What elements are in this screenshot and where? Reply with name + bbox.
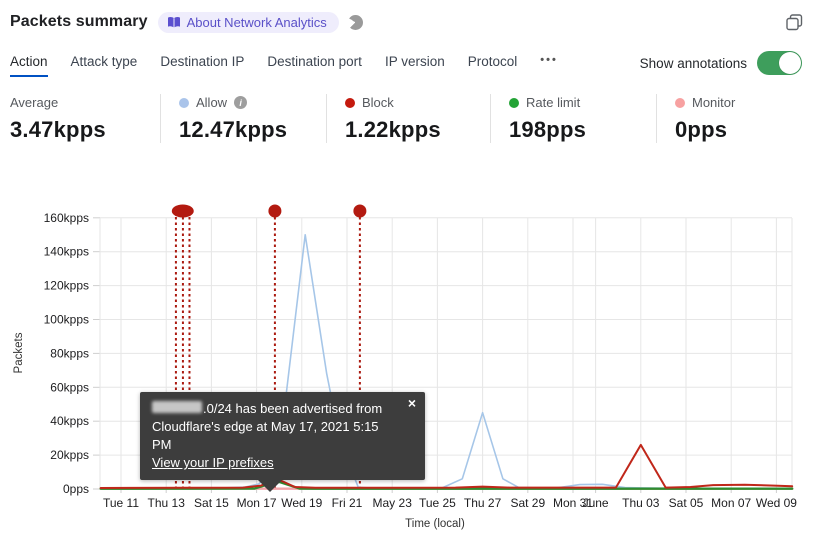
x-tick-label: Wed 19 xyxy=(281,496,322,510)
x-axis-title: Time (local) xyxy=(405,518,465,530)
redacted-ip-prefix xyxy=(152,401,202,413)
annotation-dot[interactable] xyxy=(268,204,282,218)
x-tick-label: Sat 29 xyxy=(510,496,545,510)
x-tick-label: Sat 05 xyxy=(669,496,704,510)
tooltip-close-icon[interactable]: × xyxy=(408,395,416,411)
x-tick-label: Thu 03 xyxy=(622,496,660,510)
tooltip-line-1: .0/24 has been advertised from xyxy=(152,400,399,418)
x-tick-label: Mon 17 xyxy=(237,496,277,510)
y-tick-label: 140kpps xyxy=(44,245,89,259)
y-tick-label: 40kpps xyxy=(50,414,89,428)
x-tick-label: Mon 07 xyxy=(711,496,751,510)
y-tick-label: 60kpps xyxy=(50,380,89,394)
x-tick-label: Thu 13 xyxy=(148,496,186,510)
y-tick-label: 20kpps xyxy=(50,448,89,462)
x-tick-label: Fri 21 xyxy=(332,496,363,510)
x-tick-label: Sat 15 xyxy=(194,496,229,510)
tooltip-line-2: Cloudflare's edge at May 17, 2021 5:15 P… xyxy=(152,419,379,452)
packets-summary-panel: Packets summary About Network Analytics … xyxy=(0,0,816,545)
annotation-tooltip: × .0/24 has been advertised from Cloudfl… xyxy=(140,392,425,492)
annotation-dot[interactable] xyxy=(353,204,367,218)
x-tick-label: Tue 25 xyxy=(419,496,456,510)
x-tick-label: May 23 xyxy=(373,496,413,510)
y-tick-label: 0pps xyxy=(63,482,89,496)
x-tick-label: June xyxy=(583,496,609,510)
y-tick-label: 80kpps xyxy=(50,346,89,360)
annotation-dot[interactable] xyxy=(171,204,194,218)
y-tick-label: 120kpps xyxy=(44,279,89,293)
y-tick-label: 160kpps xyxy=(44,211,89,225)
x-tick-label: Thu 27 xyxy=(464,496,502,510)
tooltip-caret xyxy=(257,479,283,492)
x-tick-label: Tue 11 xyxy=(103,496,139,510)
view-ip-prefixes-link[interactable]: View your IP prefixes xyxy=(152,454,274,472)
y-tick-label: 100kpps xyxy=(44,313,89,327)
y-axis-title: Packets xyxy=(13,332,25,373)
x-tick-label: Wed 09 xyxy=(756,496,797,510)
